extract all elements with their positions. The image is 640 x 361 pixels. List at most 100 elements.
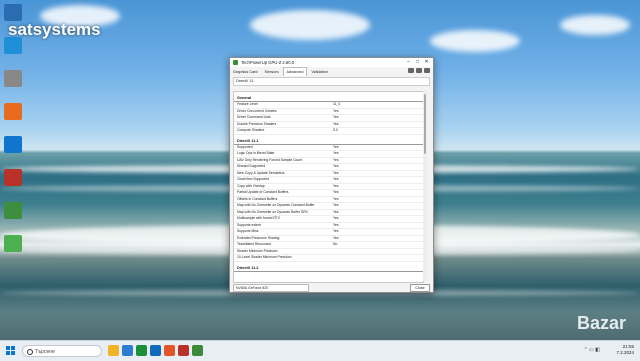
property-value: Yes [333, 170, 339, 175]
desktop-shortcut-icon[interactable] [4, 70, 22, 87]
property-value: Yes [333, 108, 339, 113]
desktop-shortcut-icon[interactable] [4, 136, 22, 153]
desktop-shortcut-icon[interactable] [4, 235, 22, 252]
section-header: DirectX 11.2 [234, 264, 423, 272]
windows-start-icon[interactable] [6, 346, 16, 356]
property-value: Yes [333, 203, 339, 207]
desktop-background: satsystems Bazar TechPowerUp GPU-Z 2.60.… [0, 0, 640, 340]
camera-icon[interactable] [408, 68, 414, 73]
property-name: Driver Command Lists [237, 115, 271, 119]
property-name: Map with No Overwrite on Dynamic Constan… [237, 203, 315, 207]
property-name: Feature Level [237, 102, 258, 106]
desktop-shortcut-icon[interactable] [4, 169, 22, 186]
corner-watermark: Bazar [576, 313, 626, 333]
cloud [430, 30, 520, 52]
gpu-select-value: NVIDIA GeForce 820 [236, 286, 268, 290]
refresh-icon[interactable] [416, 68, 422, 73]
section-header: General [234, 94, 423, 102]
directx-selector[interactable]: DirectX 11 [233, 77, 430, 86]
property-name: Tessellated Resources [237, 242, 272, 246]
property-value: 5.0 [333, 128, 338, 132]
desktop-shortcut-icon[interactable] [4, 37, 22, 54]
property-name: UAV Only Rendering Forced Sample Count [237, 157, 303, 162]
search-placeholder: Търсене [35, 349, 55, 355]
property-value: Yes [333, 164, 339, 168]
section-header: DirectX 11.1 [234, 137, 423, 145]
property-name: Supported [237, 144, 253, 149]
tab-sensors[interactable]: Sensors [262, 68, 282, 76]
taskbar-app-icon[interactable] [108, 345, 119, 356]
property-name: Discard Supported [237, 164, 266, 168]
property-value: Yes [333, 115, 339, 119]
property-value: No [333, 242, 338, 246]
menu-icon[interactable] [424, 68, 430, 73]
app-icon [233, 60, 238, 65]
taskbar-app-icon[interactable] [122, 345, 133, 356]
title-bar[interactable]: TechPowerUp GPU-Z 2.60.0 – □ ✕ [230, 58, 433, 67]
desktop-shortcut-icon[interactable] [4, 202, 22, 219]
property-name: Map with No Overwrite on Dynamic Buffer … [237, 209, 308, 214]
property-row: 10-Level Shader Minimum Precision [234, 255, 423, 262]
scrollbar[interactable] [423, 91, 427, 281]
property-value: Yes [333, 121, 339, 126]
close-window-button[interactable]: ✕ [422, 58, 431, 67]
desktop-shortcut-icon[interactable] [4, 103, 22, 120]
gpuz-window: TechPowerUp GPU-Z 2.60.0 – □ ✕ Graphics … [229, 57, 434, 293]
property-name: Copy with Overlap [237, 183, 265, 188]
property-value: Yes [333, 157, 339, 162]
property-name: Offsets in Constant Buffers [237, 196, 278, 201]
property-value: Yes [333, 144, 339, 149]
gpu-select[interactable]: NVIDIA GeForce 820 [233, 284, 309, 292]
property-value: Yes [333, 216, 339, 220]
property-name: Driver Concurrent Creates [237, 108, 277, 113]
property-value: Yes [333, 222, 339, 227]
clock-date: 7.2.2024 [616, 350, 634, 355]
search-box[interactable]: Търсене [22, 345, 102, 357]
property-name: Shader Minimum Precision [237, 248, 278, 253]
taskbar-app-icon[interactable] [136, 345, 147, 356]
property-value [331, 249, 333, 255]
close-button[interactable]: Close [410, 284, 430, 292]
details-panel: General Feature Level 11_0 Driver Concurren… [233, 91, 424, 283]
property-value: Yes [333, 177, 339, 181]
directx-selector-value: DirectX 11 [236, 79, 254, 83]
property-name: Compute Shaders [237, 128, 265, 132]
maximize-button[interactable]: □ [413, 58, 422, 67]
tab-bar: Graphics Card Sensors Advanced Validatio… [230, 67, 433, 76]
taskbar-app-icon[interactable] [178, 345, 189, 356]
property-name: Partial Update of Constant Buffers [237, 190, 289, 194]
property-name: Multisample with forced RTV [237, 216, 281, 220]
property-value: Yes [333, 209, 339, 214]
minimize-button[interactable]: – [404, 58, 413, 67]
tab-validation[interactable]: Validation [309, 68, 331, 76]
property-name: 10-Level Shader Minimum Precision [237, 255, 292, 259]
taskbar-app-icon[interactable] [150, 345, 161, 356]
tab-advanced[interactable]: Advanced [282, 67, 308, 76]
tab-graphics-card[interactable]: Graphics Card [230, 68, 260, 76]
cloud [560, 15, 630, 35]
property-value: Yes [333, 229, 339, 233]
taskbar: Търсене ⌃ ▭ ◧ 21:55 7.2.2024 [0, 340, 640, 361]
taskbar-app-icon[interactable] [164, 345, 175, 356]
property-name: Double Precision Shaders [237, 121, 277, 126]
clock[interactable]: 21:55 7.2.2024 [616, 344, 634, 356]
property-value: 11_0 [333, 102, 341, 106]
window-title: TechPowerUp GPU-Z 2.60.0 [241, 60, 295, 65]
scrollbar-thumb[interactable] [424, 94, 426, 154]
property-value: Yes [333, 235, 339, 240]
search-icon [27, 349, 33, 355]
watermark-text: satsystems [8, 20, 101, 39]
property-name: Supports extent [237, 222, 261, 227]
cloud [250, 10, 370, 40]
property-name: ClearView Supported [237, 177, 269, 181]
desktop-shortcut-icon[interactable] [4, 4, 22, 21]
property-value: Yes [333, 183, 339, 188]
property-name: Extended Resource Sharing [237, 235, 280, 240]
property-value: Yes [333, 190, 339, 194]
taskbar-app-icon[interactable] [192, 345, 203, 356]
tray-icons[interactable]: ⌃ ▭ ◧ [584, 347, 600, 353]
property-value: Yes [333, 196, 339, 201]
property-name: New Copy & Update Semantics [237, 170, 285, 175]
property-value: Yes [333, 151, 339, 155]
property-name: Supports Miss [237, 229, 259, 233]
